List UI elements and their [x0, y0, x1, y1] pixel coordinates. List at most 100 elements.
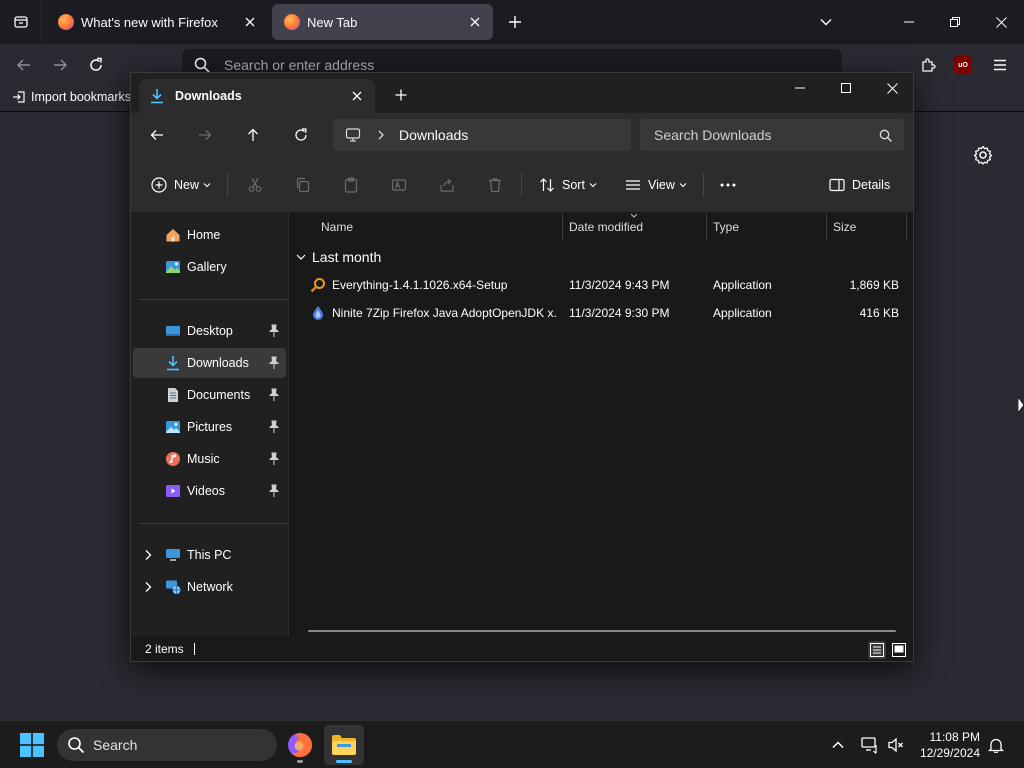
sidebar-item-desktop[interactable]: Desktop: [133, 316, 286, 346]
explorer-back-button[interactable]: [143, 121, 171, 149]
breadcrumb-downloads[interactable]: Downloads: [399, 127, 468, 143]
show-hidden-icons-button[interactable]: [826, 733, 850, 757]
taskbar-search-input[interactable]: [93, 737, 263, 753]
list-all-tabs-button[interactable]: [814, 10, 838, 34]
ublock-origin-icon[interactable]: uO: [954, 56, 972, 74]
sidebar-item-pictures[interactable]: Pictures: [133, 412, 286, 442]
horizontal-scrollbar[interactable]: [308, 630, 896, 632]
paste-button[interactable]: [343, 171, 359, 199]
explorer-tab-downloads[interactable]: Downloads: [139, 79, 375, 113]
group-header-last-month[interactable]: Last month: [296, 245, 381, 269]
hamburger-menu-icon: [994, 59, 1006, 71]
firefox-view-button[interactable]: [0, 0, 42, 44]
command-separator: [703, 173, 704, 197]
explorer-up-button[interactable]: [239, 121, 267, 149]
new-button[interactable]: New: [151, 171, 211, 199]
sidebar-item-home[interactable]: Home: [133, 220, 286, 250]
firefox-tab-whats-new[interactable]: What's new with Firefox: [46, 4, 268, 40]
chevron-down-icon: [203, 183, 211, 188]
file-date-cell: 11/3/2024 9:30 PM: [569, 306, 670, 320]
explorer-close-button[interactable]: [869, 73, 915, 103]
plus-circle-icon: [151, 177, 167, 193]
close-window-button[interactable]: [978, 6, 1024, 38]
start-button[interactable]: [20, 733, 44, 757]
forward-button[interactable]: [46, 51, 74, 79]
extensions-button[interactable]: [914, 51, 942, 79]
restore-icon: [950, 17, 960, 27]
table-row[interactable]: Everything-1.4.1.1026.x64-Setup 11/3/202…: [290, 271, 913, 299]
column-header-size[interactable]: Size: [827, 213, 907, 241]
explorer-address-bar[interactable]: Downloads: [333, 119, 631, 151]
network-status-button[interactable]: [858, 733, 882, 757]
explorer-maximize-button[interactable]: [823, 73, 869, 103]
minimize-button[interactable]: [886, 6, 932, 38]
taskbar-firefox[interactable]: [280, 725, 320, 765]
taskbar-search-box[interactable]: [57, 729, 277, 761]
firefox-favicon-icon: [284, 14, 300, 30]
explorer-forward-button[interactable]: [191, 121, 219, 149]
chevron-up-icon: [832, 741, 844, 749]
expand-chevron-icon[interactable]: [143, 581, 153, 593]
arrow-up-icon: [248, 128, 258, 141]
taskbar-file-explorer[interactable]: [324, 725, 364, 765]
sidebar-item-network[interactable]: Network: [133, 572, 286, 602]
back-button[interactable]: [10, 51, 38, 79]
cut-button[interactable]: [247, 171, 263, 199]
url-input[interactable]: [224, 57, 804, 73]
sidebar-item-videos[interactable]: Videos: [133, 476, 286, 506]
tab-close-button[interactable]: [242, 14, 258, 30]
close-icon: [470, 17, 480, 27]
chevron-right-icon: [378, 130, 384, 140]
file-name: Everything-1.4.1.1026.x64-Setup: [332, 278, 508, 292]
close-icon: [245, 17, 255, 27]
large-icons-view-button[interactable]: [890, 641, 908, 659]
sort-button[interactable]: Sort: [539, 171, 597, 199]
reload-icon: [90, 57, 102, 71]
delete-button[interactable]: [487, 171, 503, 199]
mouse-cursor-icon: [1017, 395, 1024, 415]
arrow-right-icon: [199, 130, 212, 140]
taskbar: 11:08 PM 12/29/2024: [0, 720, 1024, 768]
details-view-button[interactable]: [868, 641, 886, 659]
restore-button[interactable]: [932, 6, 978, 38]
close-icon: [995, 16, 1007, 28]
tiles-view-icon: [892, 643, 906, 657]
sidebar-item-downloads[interactable]: Downloads: [133, 348, 286, 378]
breadcrumb-separator[interactable]: [377, 130, 385, 140]
sidebar-item-documents[interactable]: Documents: [133, 380, 286, 410]
monitor-network-icon: [861, 737, 877, 754]
see-more-button[interactable]: [719, 171, 737, 199]
reload-button[interactable]: [82, 51, 110, 79]
expand-chevron-icon[interactable]: [143, 549, 153, 561]
tab-close-button[interactable]: [467, 14, 483, 30]
view-button[interactable]: View: [625, 171, 687, 199]
firefox-tab-new-tab[interactable]: New Tab: [272, 4, 493, 40]
sidebar-item-music[interactable]: Music: [133, 444, 286, 474]
table-row[interactable]: Ninite 7Zip Firefox Java AdoptOpenJDK x.…: [290, 299, 913, 327]
copy-icon: [296, 177, 310, 193]
new-tab-settings-button[interactable]: [972, 144, 994, 166]
copy-button[interactable]: [295, 171, 311, 199]
app-menu-button[interactable]: [986, 51, 1014, 79]
file-size-cell: 416 KB: [859, 306, 899, 320]
details-pane-button[interactable]: Details: [829, 171, 894, 199]
explorer-search-box[interactable]: [640, 119, 904, 151]
explorer-tab-close-button[interactable]: [349, 88, 365, 104]
explorer-search-input[interactable]: [654, 127, 879, 143]
column-header-type[interactable]: Type: [707, 213, 827, 241]
column-header-name[interactable]: Name: [315, 213, 563, 241]
rename-button[interactable]: [391, 171, 407, 199]
explorer-refresh-button[interactable]: [287, 121, 315, 149]
search-icon: [194, 57, 210, 73]
sidebar-item-gallery[interactable]: Gallery: [133, 252, 286, 282]
explorer-new-tab-button[interactable]: [391, 85, 411, 105]
volume-button[interactable]: [884, 733, 908, 757]
system-clock[interactable]: 11:08 PM 12/29/2024: [910, 729, 980, 761]
explorer-minimize-button[interactable]: [777, 73, 823, 103]
import-bookmarks-button[interactable]: Import bookmarks...: [12, 90, 141, 104]
notification-center-button[interactable]: [984, 733, 1008, 757]
new-button-label: New: [174, 178, 200, 192]
share-button[interactable]: [439, 171, 455, 199]
sidebar-item-this-pc[interactable]: This PC: [133, 540, 286, 570]
new-tab-button[interactable]: [503, 10, 527, 34]
